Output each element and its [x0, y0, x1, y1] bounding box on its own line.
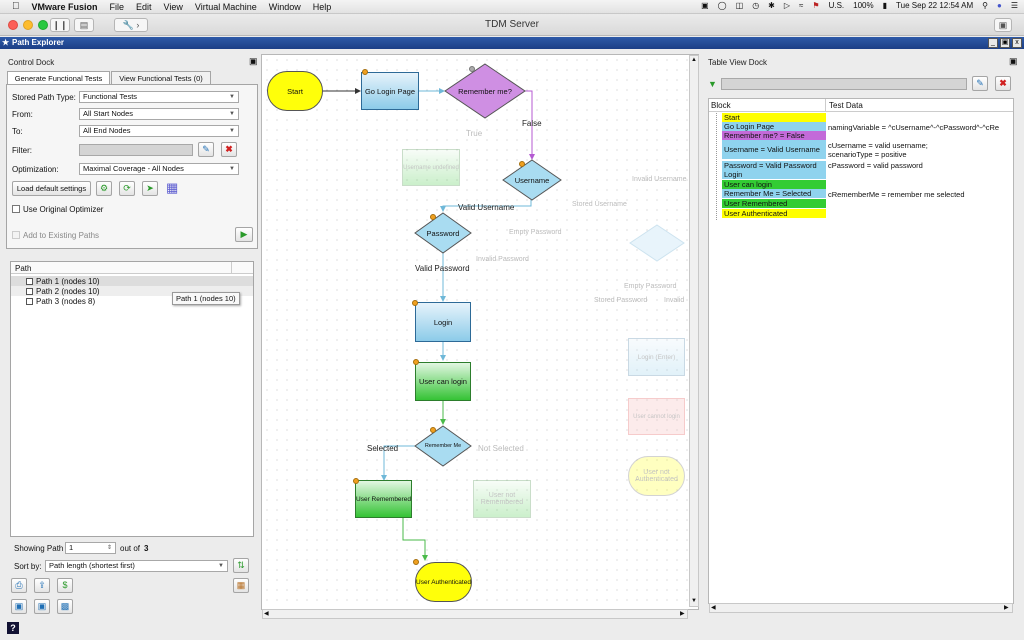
- ghost-label-empty-password-2: Empty Password: [624, 283, 677, 290]
- node-remember-question[interactable]: Remember me?: [452, 84, 518, 98]
- table-scroll-right-icon[interactable]: ▶: [1004, 604, 1009, 611]
- table-filter-clear-button[interactable]: ✖: [995, 76, 1011, 91]
- table-row-test-data: cPassword = valid password: [828, 161, 923, 170]
- table-row-block[interactable]: User Remembered: [722, 199, 826, 208]
- node-marker-dot: [412, 300, 418, 306]
- node-user-remembered[interactable]: User Remembered: [355, 480, 412, 518]
- node-marker-dot: [430, 214, 436, 220]
- node-marker-dot: [353, 478, 359, 484]
- table-filter-input[interactable]: [721, 78, 967, 90]
- table-row-test-data: namingVariable = ^cUsername^-^cPassword^…: [828, 123, 1000, 132]
- node-marker-dot: [469, 66, 475, 72]
- table-horizontal-scrollbar[interactable]: [709, 603, 1013, 613]
- ghost-label-invalid-password: Invalid Password: [476, 256, 529, 263]
- node-marker-dot: [430, 427, 436, 433]
- node-marker-dot: [413, 359, 419, 365]
- ghost-label-stored-password: Stored Password: [594, 297, 648, 304]
- edge-label-false: False: [522, 119, 542, 128]
- edge-label-valid-password: Valid Password: [415, 264, 470, 273]
- table-row-block[interactable]: Password = Valid Password: [722, 161, 826, 170]
- col-test-data-header: Test Data: [829, 101, 863, 110]
- node-marker-dot: [413, 559, 419, 565]
- edge-label-valid-username: Valid Username: [458, 203, 515, 212]
- table-row-block[interactable]: User Authenticated: [722, 209, 826, 218]
- node-user-authenticated[interactable]: User Authenticated: [415, 562, 472, 602]
- ghost-label-stored-username: Stored Username: [572, 201, 627, 208]
- table-scroll-left-icon[interactable]: ◀: [711, 604, 716, 611]
- ghost-node-user-cannot-login: User cannot login: [628, 398, 685, 435]
- ghost-node-username-undefined: Username undefined: [402, 149, 460, 186]
- ghost-label-true: True: [466, 129, 483, 138]
- ghost-node-user-not-remembered: User not Remembered: [473, 480, 531, 518]
- node-go-login-page[interactable]: Go Login Page: [361, 72, 419, 110]
- table-row-test-data: cUsername = valid username;: [828, 141, 928, 150]
- col-divider: [825, 99, 826, 111]
- table-header-line: [709, 111, 1013, 112]
- node-username[interactable]: Username: [505, 174, 559, 186]
- table-dock-title: Table View Dock: [708, 58, 767, 67]
- ghost-node-login-enter: Login (Enter): [628, 338, 685, 376]
- ghost-node-user-not-authenticated: User not Authenticated: [628, 456, 685, 496]
- table-filter-icon[interactable]: ▼: [708, 79, 717, 89]
- ghost-diamond-shape: [629, 224, 685, 262]
- col-block-header: Block: [711, 101, 731, 110]
- table-tree-line: [716, 113, 717, 220]
- table-row-block[interactable]: Start: [722, 113, 826, 122]
- node-marker-dot: [519, 161, 525, 167]
- ghost-label-invalid-username: Invalid Username: [632, 176, 687, 183]
- ghost-label-invalid-2: Invalid: [664, 297, 685, 304]
- node-start[interactable]: Start: [267, 71, 323, 111]
- table-row-block[interactable]: User can login: [722, 180, 826, 189]
- table-filter-edit-button[interactable]: ✎: [972, 76, 988, 91]
- node-marker-dot: [362, 69, 368, 75]
- edge-label-selected: Selected: [367, 444, 399, 453]
- table-row-test-data: scenarioType = positive: [828, 150, 907, 159]
- edge-remembered-auth: [402, 518, 428, 561]
- table-row-block[interactable]: Go Login Page: [722, 122, 826, 131]
- ghost-label-empty-password: Empty Password: [509, 229, 562, 236]
- node-user-can-login[interactable]: User can login: [415, 362, 471, 401]
- node-remember-me[interactable]: Remember Me: [418, 441, 468, 451]
- table-row-block[interactable]: Remember me? = False: [722, 131, 826, 140]
- table-row-block[interactable]: Username = Valid Username: [722, 140, 826, 159]
- node-password[interactable]: Password: [416, 227, 470, 239]
- table-dock-undock-icon[interactable]: ▣: [1009, 56, 1018, 67]
- table-row-block[interactable]: Login: [722, 170, 826, 179]
- table-row-test-data: cRememberMe = remember me selected: [828, 190, 965, 199]
- node-login[interactable]: Login: [415, 302, 471, 342]
- ghost-label-not-selected: Not Selected: [478, 444, 524, 453]
- table-row-block[interactable]: Remember Me = Selected: [722, 189, 826, 198]
